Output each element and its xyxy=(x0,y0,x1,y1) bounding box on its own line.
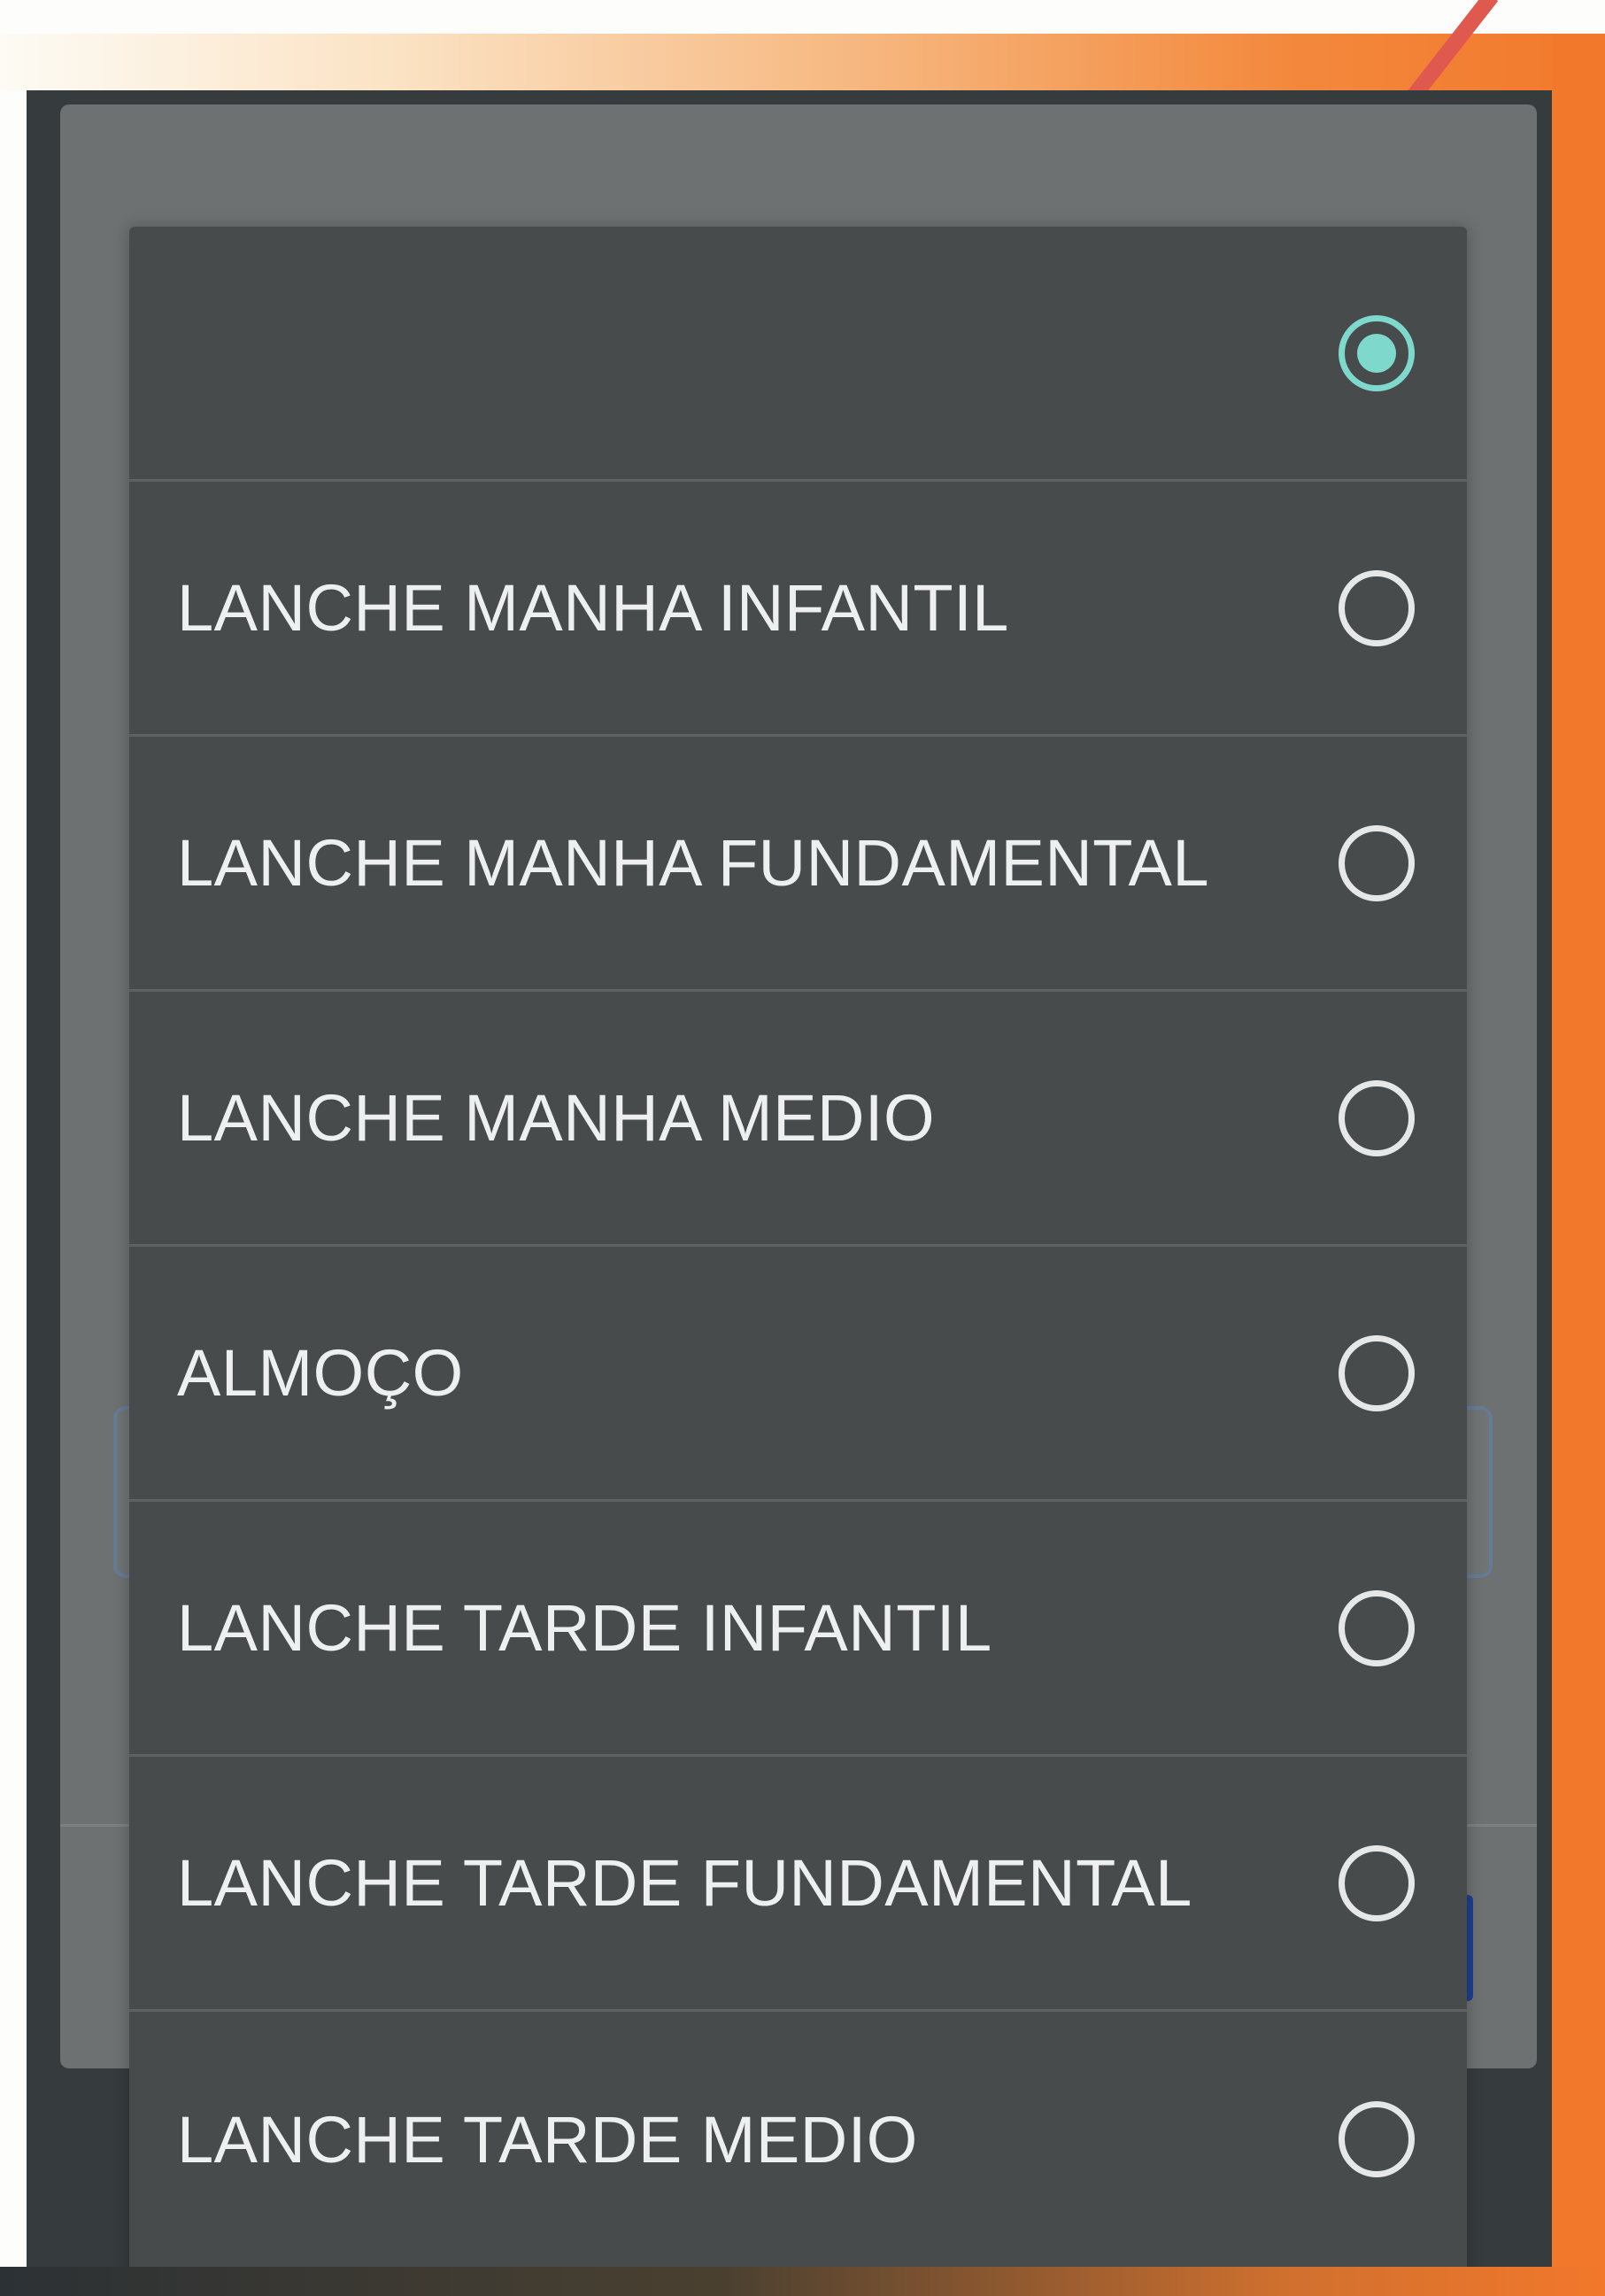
radio-unselected-icon[interactable] xyxy=(1339,2101,1415,2177)
option-lanche-manha-fundamental[interactable]: LANCHE MANHA FUNDAMENTAL xyxy=(129,737,1467,992)
option-label: LANCHE MANHA FUNDAMENTAL xyxy=(177,826,1210,900)
radio-unselected-icon[interactable] xyxy=(1339,1589,1415,1666)
option-lanche-manha-medio[interactable]: LANCHE MANHA MEDIO xyxy=(129,992,1467,1247)
option-lanche-tarde-fundamental[interactable]: LANCHE TARDE FUNDAMENTAL xyxy=(129,1757,1467,2012)
option-label: LANCHE TARDE MEDIO xyxy=(177,2102,918,2176)
option-almoco[interactable]: ALMOÇO xyxy=(129,1247,1467,1502)
option-label: LANCHE MANHA INFANTIL xyxy=(177,571,1009,645)
radio-unselected-icon[interactable] xyxy=(1339,824,1415,901)
radio-unselected-icon[interactable] xyxy=(1339,1079,1415,1156)
radio-unselected-icon[interactable] xyxy=(1339,569,1415,646)
frame-right-bar xyxy=(1552,34,1605,2296)
option-label: LANCHE TARDE FUNDAMENTAL xyxy=(177,1846,1192,1920)
frame-bottom-bar xyxy=(0,2267,1605,2296)
radio-selected-icon[interactable] xyxy=(1339,314,1415,391)
option-lanche-manha-infantil[interactable]: LANCHE MANHA INFANTIL xyxy=(129,482,1467,737)
frame-top-bar xyxy=(0,34,1605,90)
option-label: LANCHE TARDE INFANTIL xyxy=(177,1591,992,1665)
option-lanche-tarde-infantil[interactable]: LANCHE TARDE INFANTIL xyxy=(129,1502,1467,1757)
option-label: LANCHE MANHA MEDIO xyxy=(177,1081,936,1155)
radio-unselected-icon[interactable] xyxy=(1339,1844,1415,1921)
meal-options-list: LANCHE MANHA INFANTIL LANCHE MANHA FUNDA… xyxy=(129,227,1467,2296)
radio-unselected-icon[interactable] xyxy=(1339,1334,1415,1411)
option-lanche-tarde-medio[interactable]: LANCHE TARDE MEDIO xyxy=(129,2012,1467,2267)
option-label: ALMOÇO xyxy=(177,1336,464,1410)
option-blank[interactable] xyxy=(129,227,1467,482)
